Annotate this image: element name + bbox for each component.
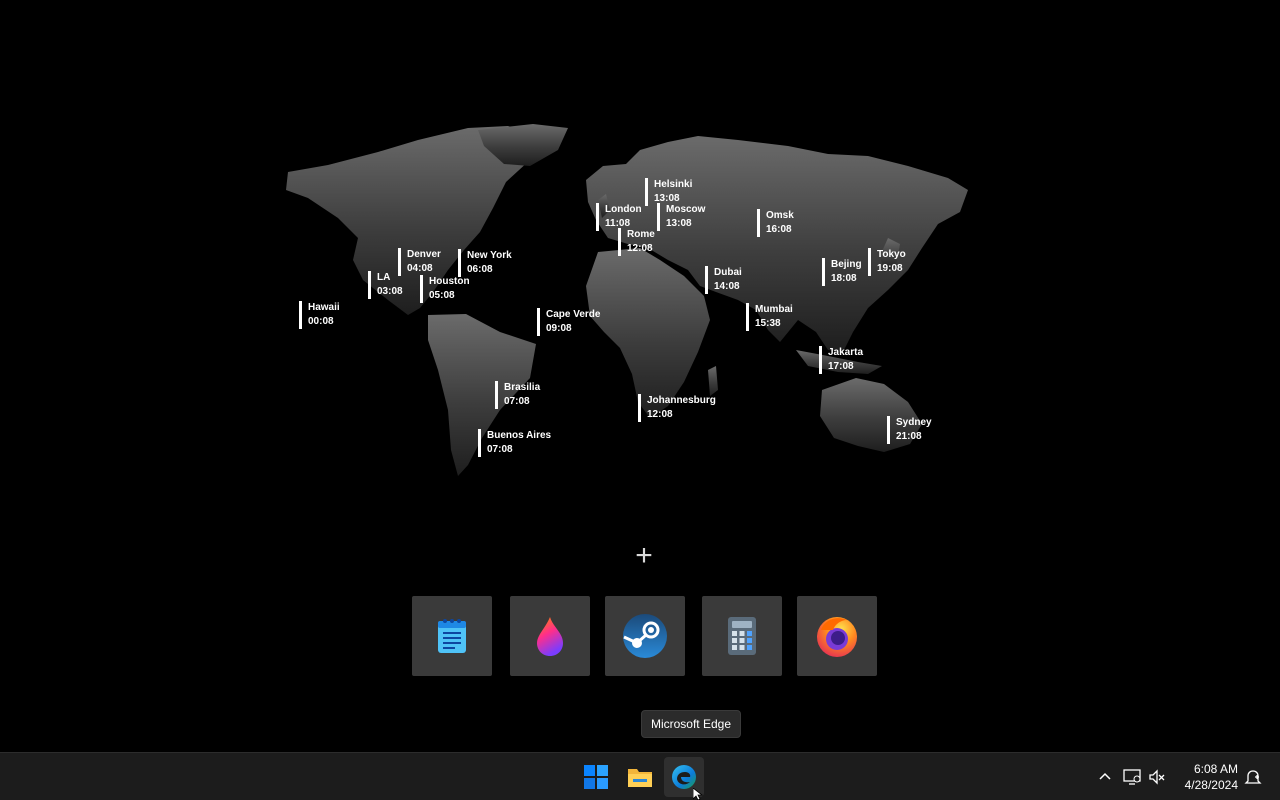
clock-date: 4/28/2024 — [1184, 778, 1238, 792]
city-time: 00:08 — [308, 316, 334, 327]
calculator-icon — [728, 617, 756, 655]
city-time: 03:08 — [377, 286, 403, 297]
clock[interactable]: 6:08 AM 4/28/2024 — [1185, 761, 1238, 793]
clock-time: 6:08 AM — [1193, 762, 1238, 776]
chevron-up-icon[interactable] — [1094, 765, 1116, 789]
city-time: 05:08 — [429, 290, 455, 301]
city-name: Denver — [407, 249, 441, 260]
city-time: 09:08 — [546, 323, 572, 334]
launcher-tile-firefox[interactable] — [797, 596, 877, 676]
city-mumbai: Mumbai 15:38 — [746, 303, 793, 331]
mouse-cursor-icon — [693, 788, 704, 800]
city-time: 07:08 — [504, 396, 530, 407]
city-buenos-aires: Buenos Aires 07:08 — [478, 429, 551, 457]
tooltip: Microsoft Edge — [641, 710, 741, 738]
city-time: 18:08 — [831, 273, 857, 284]
city-time: 13:08 — [666, 218, 692, 229]
city-name: Tokyo — [877, 249, 906, 260]
city-name: Sydney — [896, 417, 932, 428]
city-name: Brasilia — [504, 382, 541, 393]
city-hawaii: Hawaii 00:08 — [299, 301, 340, 329]
launcher-tile-calculator[interactable] — [702, 596, 782, 676]
plus-icon[interactable]: + — [630, 541, 658, 571]
city-london: London 11:08 — [596, 203, 642, 231]
launcher-tile-flame[interactable] — [510, 596, 590, 676]
city-time: 06:08 — [467, 264, 493, 275]
network-icon[interactable] — [1121, 765, 1143, 789]
launcher-tile-notepad[interactable] — [412, 596, 492, 676]
city-name: Johannesburg — [647, 395, 716, 406]
city-name: New York — [467, 250, 512, 261]
notification-icon[interactable] — [1242, 765, 1264, 789]
city-time: 04:08 — [407, 263, 433, 274]
city-time: 15:38 — [755, 318, 781, 329]
city-jakarta: Jakarta 17:08 — [819, 346, 863, 374]
desktop: Hawaii 00:08 LA 03:08 Denver 04:08 Houst… — [0, 0, 1280, 752]
city-time: 14:08 — [714, 281, 740, 292]
flame-icon — [537, 617, 563, 656]
madagascar-shape — [708, 366, 718, 396]
city-time: 16:08 — [766, 224, 792, 235]
file-explorer-button[interactable] — [620, 757, 660, 797]
city-denver: Denver 04:08 — [398, 248, 441, 276]
city-rome: Rome 12:08 — [618, 228, 655, 256]
firefox-icon — [817, 617, 857, 657]
folder-icon — [628, 769, 652, 787]
city-name: Bejing — [831, 259, 862, 270]
city-name: Buenos Aires — [487, 430, 552, 441]
city-name: Cape Verde — [546, 309, 601, 320]
city-name: London — [605, 204, 642, 215]
city-brasilia: Brasilia 07:08 — [495, 381, 540, 409]
city-bejing: Bejing 18:08 — [822, 258, 862, 286]
city-tokyo: Tokyo 19:08 — [868, 248, 906, 276]
windows-start-icon — [584, 765, 608, 789]
taskbar: 6:08 AM 4/28/2024 — [0, 752, 1280, 800]
city-name: Houston — [429, 276, 470, 287]
volume-muted-icon[interactable] — [1146, 765, 1168, 789]
city-time: 12:08 — [627, 243, 653, 254]
city-name: Rome — [627, 229, 655, 240]
world-map — [286, 124, 968, 476]
city-name: Helsinki — [654, 179, 693, 190]
city-time: 17:08 — [828, 361, 854, 372]
city-name: Moscow — [666, 204, 706, 215]
city-sydney: Sydney 21:08 — [887, 416, 932, 444]
city-name: Hawaii — [308, 302, 340, 313]
launcher-tile-steam[interactable] — [605, 596, 685, 676]
city-moscow: Moscow 13:08 — [657, 203, 705, 231]
start-button[interactable] — [576, 757, 616, 797]
city-johannesburg: Johannesburg 12:08 — [638, 394, 716, 422]
city-helsinki: Helsinki 13:08 — [645, 178, 692, 206]
city-time: 19:08 — [877, 263, 903, 274]
city-time: 12:08 — [647, 409, 673, 420]
city-time: 21:08 — [896, 431, 922, 442]
city-houston: Houston 05:08 — [420, 275, 470, 303]
city-name: Jakarta — [828, 347, 864, 358]
city-dubai: Dubai 14:08 — [705, 266, 742, 294]
city-name: Mumbai — [755, 304, 793, 315]
edge-icon — [672, 765, 696, 789]
city-new-york: New York 06:08 — [458, 249, 512, 277]
city-time: 07:08 — [487, 444, 513, 455]
city-name: Omsk — [766, 210, 794, 221]
notepad-icon — [438, 619, 466, 653]
city-cape-verde: Cape Verde 09:08 — [537, 308, 600, 336]
city-omsk: Omsk 16:08 — [757, 209, 794, 237]
steam-icon — [623, 614, 667, 658]
city-name: Dubai — [714, 267, 742, 278]
